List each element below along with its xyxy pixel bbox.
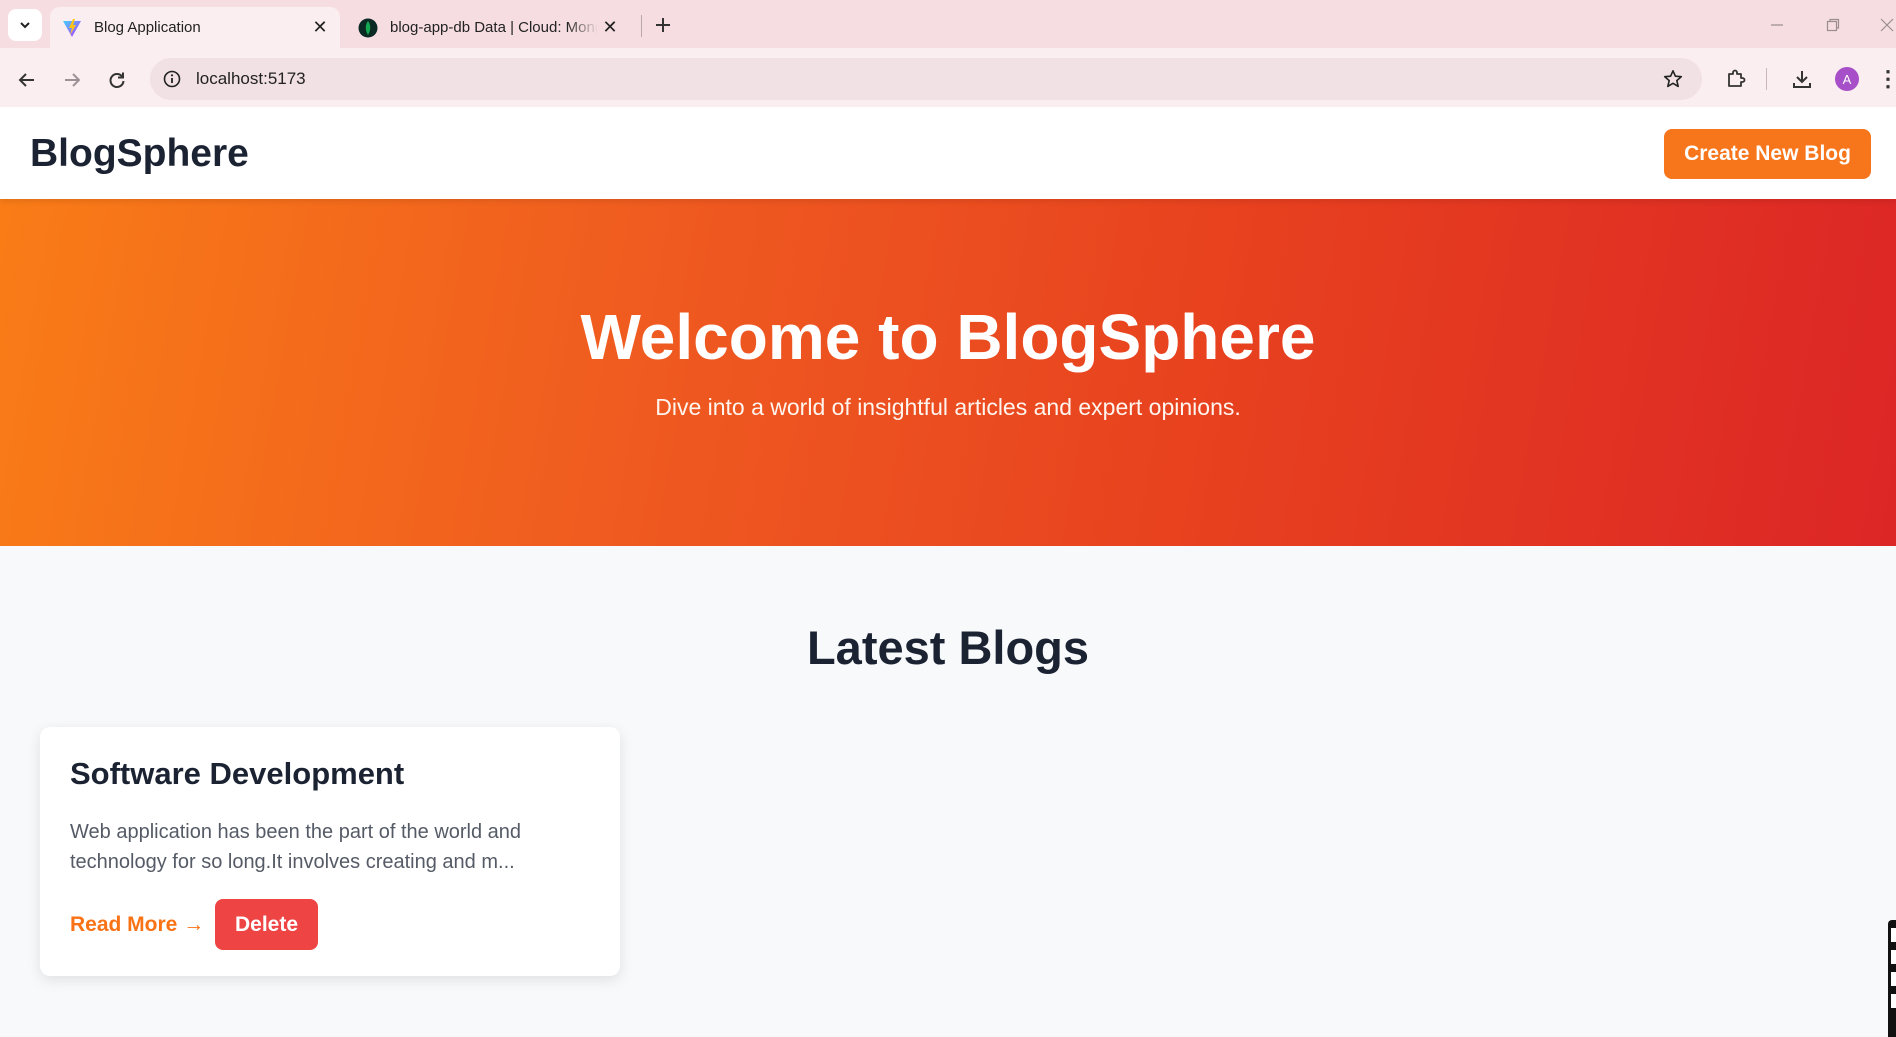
restore-icon bbox=[1826, 18, 1840, 32]
blog-card-title: Software Development bbox=[70, 756, 405, 791]
address-bar[interactable] bbox=[150, 58, 1702, 100]
arrow-right-icon bbox=[65, 73, 81, 87]
page-viewport: BlogSphere Create New Blog Welcome to Bl… bbox=[0, 107, 1896, 1037]
browser-menu-icon[interactable]: ⋮ bbox=[1877, 64, 1896, 94]
tab-title: blog-app-db Data | Cloud: MongoDB Cloud bbox=[390, 19, 598, 36]
close-icon[interactable]: ✕ bbox=[598, 16, 622, 40]
chevron-down-icon bbox=[20, 22, 30, 29]
window-close-button[interactable] bbox=[1872, 10, 1896, 40]
tab-mongodb-cloud[interactable]: blog-app-db Data | Cloud: MongoDB Cloud … bbox=[350, 7, 630, 48]
site-info-icon[interactable] bbox=[161, 68, 183, 90]
close-icon[interactable]: ✕ bbox=[308, 16, 332, 40]
profile-avatar[interactable]: A bbox=[1835, 67, 1859, 91]
read-more-link[interactable]: Read More → bbox=[70, 911, 204, 939]
blog-card-excerpt: Web application has been the part of the… bbox=[70, 821, 522, 873]
hero-subtitle: Dive into a world of insightful articles… bbox=[655, 394, 1241, 420]
mongodb-leaf-icon bbox=[358, 18, 378, 38]
browser-tab-strip: Blog Application ✕ blog-app-db Data | Cl… bbox=[0, 0, 1896, 48]
minimize-icon bbox=[1771, 24, 1783, 26]
tab-search-button[interactable] bbox=[8, 9, 42, 41]
hero-title: Welcome to BlogSphere bbox=[580, 301, 1316, 373]
brand-logo[interactable]: BlogSphere bbox=[30, 131, 249, 177]
create-new-blog-button[interactable]: Create New Blog bbox=[1664, 129, 1871, 179]
url-text[interactable]: localhost:5173 bbox=[196, 67, 306, 91]
restore-button[interactable] bbox=[1818, 10, 1848, 40]
back-button[interactable] bbox=[11, 64, 43, 96]
extensions-icon[interactable] bbox=[1721, 64, 1751, 94]
reload-icon bbox=[109, 72, 125, 88]
blog-card: Software Development Web application has… bbox=[40, 727, 620, 976]
arrow-left-icon bbox=[18, 73, 34, 87]
reload-button[interactable] bbox=[101, 64, 133, 96]
minimize-button[interactable] bbox=[1762, 10, 1792, 40]
latest-blogs-heading: Latest Blogs bbox=[806, 621, 1090, 674]
plus-icon bbox=[656, 18, 670, 32]
vite-logo-icon bbox=[62, 18, 82, 38]
download-icon[interactable] bbox=[1787, 64, 1817, 94]
bookmark-star-icon[interactable] bbox=[1658, 64, 1688, 94]
forward-button[interactable] bbox=[56, 64, 88, 96]
toolbar-divider bbox=[1766, 68, 1767, 90]
tab-title: Blog Application bbox=[94, 19, 201, 36]
delete-button[interactable]: Delete bbox=[215, 899, 318, 950]
site-header: BlogSphere Create New Blog bbox=[0, 107, 1896, 199]
floating-side-widget[interactable] bbox=[1888, 920, 1896, 1037]
new-tab-button[interactable] bbox=[650, 12, 676, 38]
hero-banner: Welcome to BlogSphere Dive into a world … bbox=[0, 199, 1896, 546]
tab-divider bbox=[641, 15, 642, 37]
close-icon bbox=[1880, 18, 1894, 32]
tab-blog-application[interactable]: Blog Application ✕ bbox=[50, 7, 340, 48]
